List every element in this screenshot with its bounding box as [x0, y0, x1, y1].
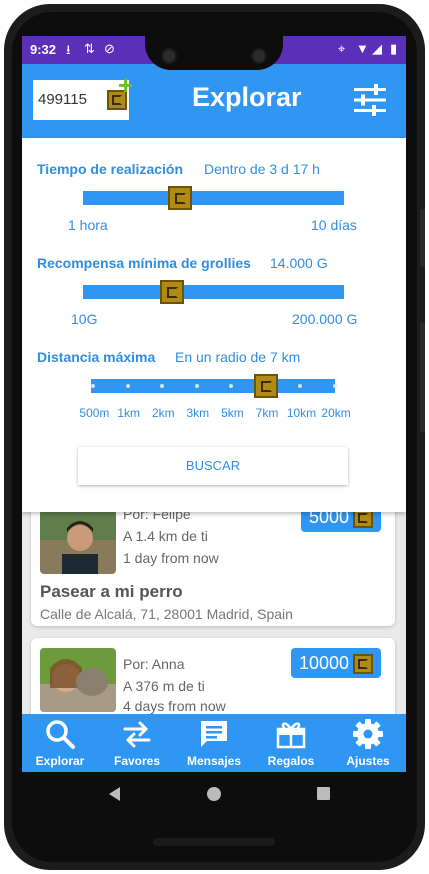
distance-filter-label: Distancia máxima [37, 349, 156, 365]
distance-step-dot [194, 384, 199, 388]
dnd-icon: ⊘ [104, 41, 115, 56]
reward-badge: 10000 [290, 648, 381, 678]
time-filter-label: Tiempo de realización [37, 161, 184, 177]
home-icon[interactable] [207, 787, 221, 801]
distance-step-dot [91, 384, 95, 388]
card-distance: A 1.4 km de ti [123, 528, 208, 544]
nav-mensajes[interactable]: Mensajes [176, 714, 252, 772]
location-icon: ⌖ [338, 41, 346, 56]
nav-favores[interactable]: Favores [99, 714, 175, 772]
user-avatar [40, 510, 116, 574]
gear-icon [353, 719, 383, 749]
distance-tick-label[interactable]: 1km [117, 406, 140, 420]
search-button[interactable]: BUSCAR [78, 447, 348, 485]
distance-tick-label[interactable]: 500m [79, 406, 109, 420]
time-max-label: 10 días [311, 217, 357, 233]
distance-step-dot [298, 384, 303, 388]
distance-step-dot [125, 384, 130, 388]
time-slider-thumb[interactable] [167, 186, 192, 210]
favor-card[interactable]: Por: Felipe A 1.4 km de ti 1 day from no… [31, 502, 395, 626]
reward-min-label: 10G [71, 311, 98, 327]
distance-tick-label[interactable]: 20km [321, 406, 350, 420]
distance-step-dot [160, 384, 165, 388]
app-screen: 9:32 ⭳ ⇅ ⊘ ⌖ ▼ ◢ ▮ 499115 + Explorar Tie… [22, 36, 406, 772]
card-distance: A 376 m de ti [123, 678, 205, 694]
bottom-nav: Explorar Favores Mensajes Regalos Ajuste… [22, 714, 406, 772]
nav-label: Regalos [267, 754, 315, 768]
time-filter-value: Dentro de 3 d 17 h [204, 161, 320, 177]
nav-explorar[interactable]: Explorar [22, 714, 98, 772]
volume-button [420, 209, 425, 267]
reward-slider-thumb[interactable] [159, 280, 184, 304]
back-icon[interactable] [109, 787, 120, 801]
nav-regalos[interactable]: Regalos [253, 714, 329, 772]
distance-tick-label[interactable]: 7km [256, 406, 279, 420]
time-slider[interactable] [83, 191, 344, 205]
signal-icon: ◢ [372, 41, 382, 56]
nav-label: Explorar [35, 754, 85, 768]
wifi-icon: ▼ [356, 41, 369, 56]
power-button [420, 322, 425, 432]
reward-filter-value: 14.000 G [270, 255, 328, 271]
distance-tick-label[interactable]: 3km [187, 406, 210, 420]
message-icon [201, 721, 227, 747]
coin-icon [353, 654, 373, 675]
time-min-label: 1 hora [68, 217, 108, 233]
card-author: Por: Anna [123, 656, 185, 672]
sync-icon: ⇅ [84, 41, 95, 56]
card-title: Pasear a mi perro [40, 582, 183, 601]
camera-notch [145, 36, 283, 70]
search-icon [46, 720, 75, 749]
bottom-speaker [153, 838, 275, 846]
nav-label: Ajustes [346, 754, 390, 768]
user-avatar [40, 648, 116, 712]
recents-icon[interactable] [317, 787, 330, 800]
distance-step-dot [229, 384, 234, 388]
distance-slider-thumb[interactable] [253, 374, 278, 398]
battery-icon: ▮ [390, 41, 398, 56]
download-icon: ⭳ [66, 42, 71, 57]
balance-value: 499115 [38, 91, 87, 108]
card-when: 4 days from now [123, 698, 226, 714]
app-bar: 499115 + Explorar [22, 64, 406, 138]
nav-ajustes[interactable]: Ajustes [330, 714, 406, 772]
distance-tick-label[interactable]: 5km [221, 406, 244, 420]
add-coins-button[interactable]: + [118, 70, 133, 101]
nav-label: Mensajes [186, 754, 242, 768]
distance-tick-label[interactable]: 2km [152, 406, 175, 420]
distance-filter-value: En un radio de 7 km [175, 349, 301, 365]
distance-step-dot [333, 384, 337, 388]
card-when: 1 day from now [123, 550, 219, 566]
reward-max-label: 200.000 G [292, 311, 358, 327]
system-nav-bar [109, 787, 330, 801]
distance-tick-label[interactable]: 10km [287, 406, 316, 420]
reward-value: 10000 [298, 653, 349, 673]
front-camera [251, 48, 267, 64]
balance-box[interactable]: 499115 [33, 80, 129, 120]
card-address: Calle de Alcalá, 71, 28001 Madrid, Spain [40, 606, 293, 622]
page-title: Explorar [192, 82, 302, 112]
swap-icon [123, 721, 151, 748]
nav-label: Favores [113, 754, 161, 768]
reward-filter-label: Recompensa mínima de grollies [37, 255, 251, 271]
front-camera [161, 48, 177, 64]
distance-slider[interactable] [91, 379, 337, 393]
gift-icon [276, 722, 306, 749]
filter-icon[interactable] [352, 82, 388, 118]
reward-slider[interactable] [83, 285, 344, 299]
filter-panel: Tiempo de realización Dentro de 3 d 17 h… [22, 138, 406, 512]
status-time: 9:32 [30, 42, 57, 57]
